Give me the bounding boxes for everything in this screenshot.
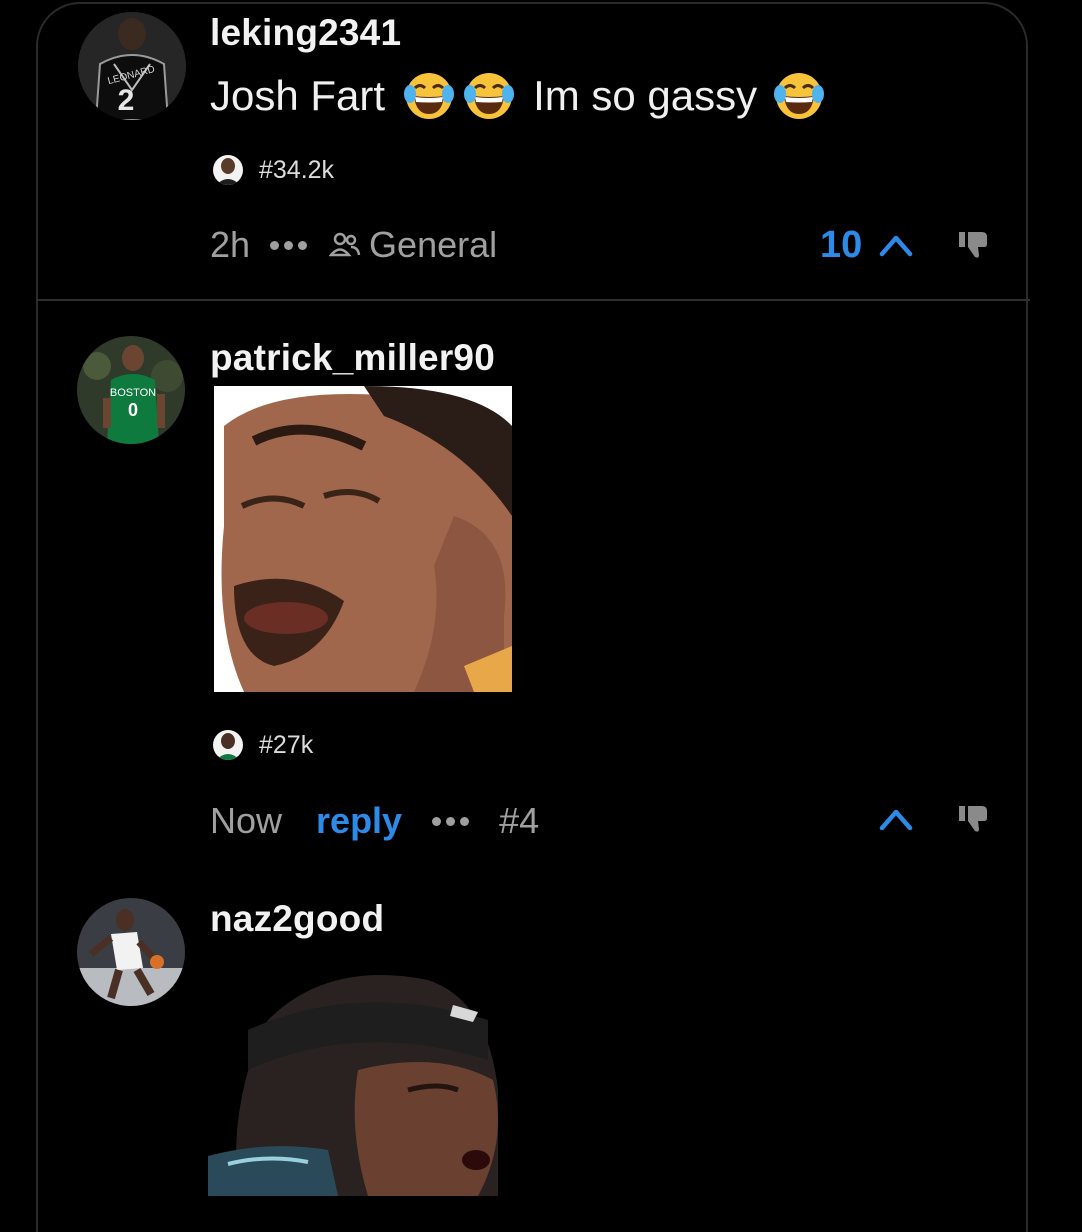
user-badge[interactable]: #34.2k (213, 155, 334, 185)
username[interactable]: leking2341 (210, 12, 401, 54)
channel-label[interactable]: General (369, 224, 497, 266)
laughing-emoji-icon (464, 73, 515, 119)
comment-text: Josh Fart Im so gassy (210, 70, 829, 122)
reply-button[interactable]: reply (316, 800, 402, 842)
group-icon (329, 232, 361, 257)
laughing-emoji-icon (404, 73, 455, 119)
comment-divider (36, 299, 1030, 301)
badge-rank: #34.2k (259, 155, 335, 184)
badge-avatar (213, 155, 243, 185)
meme-image[interactable] (214, 386, 512, 692)
downvote-thumb-icon[interactable] (956, 228, 990, 262)
downvote-thumb-icon[interactable] (956, 802, 990, 836)
comment-meta: 2h General (210, 224, 497, 266)
upvote-chevron-icon[interactable] (878, 232, 914, 258)
svg-text:2: 2 (118, 84, 135, 117)
comment-rank: #4 (499, 800, 540, 841)
more-dots-icon[interactable] (270, 240, 308, 250)
svg-text:BOSTON: BOSTON (110, 387, 156, 399)
upvote-chevron-icon[interactable] (878, 806, 914, 832)
user-badge[interactable]: #27k (213, 730, 313, 760)
meme-image[interactable] (208, 950, 508, 1196)
username[interactable]: patrick_miller90 (210, 337, 495, 379)
badge-avatar (213, 730, 243, 760)
comment-card-frame (36, 2, 1028, 1232)
laughing-emoji-icon (774, 73, 825, 119)
timestamp: Now (210, 800, 283, 841)
vote-count: 10 (820, 224, 863, 266)
timestamp: 2h (210, 224, 251, 265)
avatar[interactable] (77, 898, 185, 1006)
comment-meta: Now reply #4 (210, 800, 539, 842)
svg-text:0: 0 (128, 400, 138, 420)
avatar[interactable]: LEONARD 2 (78, 12, 186, 120)
badge-rank: #27k (259, 730, 314, 759)
avatar[interactable]: BOSTON 0 (77, 336, 185, 444)
more-dots-icon[interactable] (432, 816, 470, 826)
comment-text-part: Im so gassy (533, 72, 758, 119)
username[interactable]: naz2good (210, 898, 384, 940)
comment-text-part: Josh Fart (210, 72, 386, 119)
